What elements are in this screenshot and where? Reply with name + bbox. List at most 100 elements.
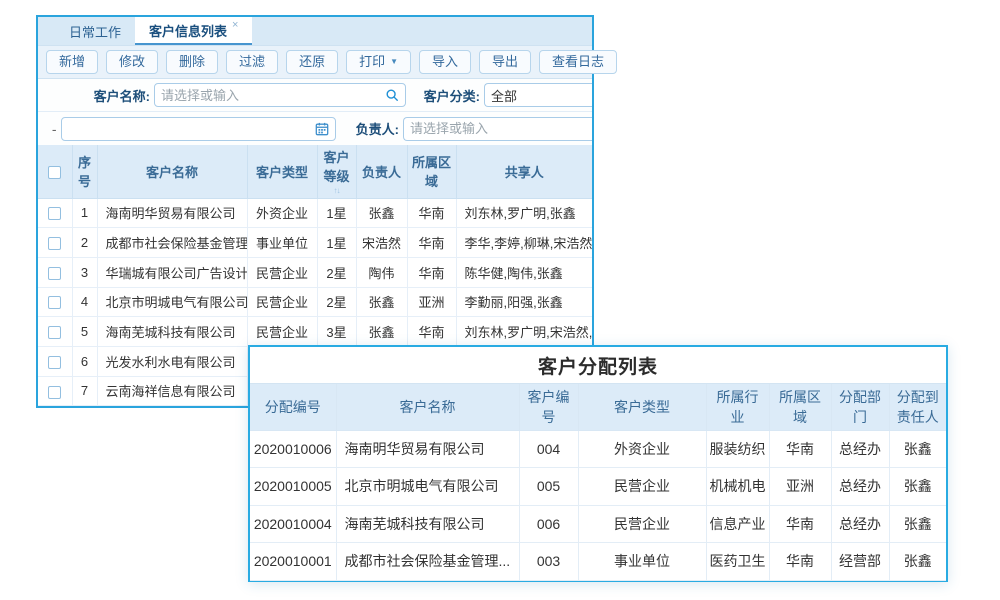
restore-button[interactable]: 还原 [286, 50, 338, 74]
table-row[interactable]: 2020010006 海南明华贸易有限公司 004 外资企业 服装纺织 华南 总… [250, 430, 946, 468]
row-select [38, 198, 72, 228]
cell-industry: 医药卫生 [706, 543, 769, 581]
cell-customer-name[interactable]: 云南海祥信息有限公司 [97, 376, 247, 406]
export-button-label: 导出 [492, 54, 518, 70]
col-owner: 负责人 [356, 145, 407, 198]
date-input[interactable] [68, 121, 316, 136]
col-customer-level[interactable]: 客户等级 ↑↓ [317, 145, 356, 198]
filter-button[interactable]: 过滤 [226, 50, 278, 74]
row-checkbox[interactable] [48, 386, 61, 399]
col-customer-type: 客户类型 [247, 145, 317, 198]
cell-customer-type: 事业单位 [247, 228, 317, 258]
cell-alloc-no[interactable]: 2020010004 [250, 505, 336, 543]
cell-customer-name[interactable]: 华瑞城有限公司广告设计部 [97, 257, 247, 287]
cell-customer-type: 民营企业 [247, 317, 317, 347]
cell-customer-level: 1星 [317, 198, 356, 228]
cell-customer-type: 民营企业 [247, 287, 317, 317]
table-row[interactable]: 5 海南芜城科技有限公司 民营企业 3星 张鑫 华南 刘东林,罗广明,宋浩然,张… [38, 317, 592, 347]
cell-region: 华南 [769, 505, 831, 543]
view-log-button[interactable]: 查看日志 [539, 50, 617, 74]
cell-dept: 经营部 [831, 543, 889, 581]
cell-customer-name[interactable]: 海南明华贸易有限公司 [336, 430, 519, 468]
col-no: 序号 [72, 145, 97, 198]
table-row[interactable]: 2020010001 成都市社会保险基金管理... 003 事业单位 医药卫生 … [250, 543, 946, 581]
search-icon[interactable] [385, 88, 399, 102]
delete-button[interactable]: 删除 [166, 50, 218, 74]
customer-name-label: 客户名称: [60, 86, 150, 105]
import-button[interactable]: 导入 [419, 50, 471, 74]
calendar-icon[interactable] [315, 122, 329, 136]
tab-daily-work[interactable]: 日常工作 [55, 17, 135, 45]
cell-customer-type: 外资企业 [247, 198, 317, 228]
customer-name-input[interactable] [161, 88, 385, 103]
cell-owner[interactable]: 张鑫 [356, 287, 407, 317]
cell-assignee[interactable]: 张鑫 [889, 430, 946, 468]
col-customer-no: 客户编号 [519, 384, 578, 430]
customer-category-select[interactable]: 全部 [484, 83, 592, 107]
edit-button[interactable]: 修改 [106, 50, 158, 74]
row-checkbox[interactable] [48, 267, 61, 280]
toolbar: 新增 修改 删除 过滤 还原 打印 ▼ 导入 导出 查看日志 [38, 46, 592, 79]
cell-region: 华南 [407, 317, 456, 347]
customer-allocation-table: 分配编号 客户名称 客户编号 客户类型 所属行业 所属区域 分配部门 分配到责任… [250, 384, 946, 581]
filter-row-1: 客户名称: 客户分类: 全部 [38, 79, 592, 112]
cell-customer-name[interactable]: 光发水利水电有限公司 [97, 346, 247, 376]
cell-alloc-no[interactable]: 2020010001 [250, 543, 336, 581]
owner-input[interactable] [410, 121, 586, 136]
add-button[interactable]: 新增 [46, 50, 98, 74]
cell-customer-name[interactable]: 成都市社会保险基金管理... [336, 543, 519, 581]
row-select [38, 228, 72, 258]
add-button-label: 新增 [59, 54, 85, 70]
table-row[interactable]: 4 北京市明城电气有限公司 民营企业 2星 张鑫 亚洲 李勤丽,阳强,张鑫 [38, 287, 592, 317]
col-shared: 共享人 [456, 145, 592, 198]
cell-dept: 总经办 [831, 430, 889, 468]
export-button[interactable]: 导出 [479, 50, 531, 74]
row-select [38, 346, 72, 376]
tab-customer-info-label: 客户信息列表 [149, 21, 227, 40]
restore-button-label: 还原 [299, 54, 325, 70]
col-region: 所属区域 [769, 384, 831, 430]
table-row[interactable]: 3 华瑞城有限公司广告设计部 民营企业 2星 陶伟 华南 陈华健,陶伟,张鑫 [38, 257, 592, 287]
cell-customer-name[interactable]: 北京市明城电气有限公司 [97, 287, 247, 317]
cell-no: 2 [72, 228, 97, 258]
table-row[interactable]: 2020010005 北京市明城电气有限公司 005 民营企业 机械机电 亚洲 … [250, 468, 946, 506]
cell-customer-name[interactable]: 海南芜城科技有限公司 [336, 505, 519, 543]
row-checkbox[interactable] [48, 237, 61, 250]
tab-close-icon[interactable]: × [232, 19, 238, 31]
cell-assignee[interactable]: 张鑫 [889, 468, 946, 506]
cell-alloc-no[interactable]: 2020010005 [250, 468, 336, 506]
col-dept: 分配部门 [831, 384, 889, 430]
cell-customer-name[interactable]: 海南明华贸易有限公司 [97, 198, 247, 228]
cell-owner[interactable]: 陶伟 [356, 257, 407, 287]
cell-owner[interactable]: 张鑫 [356, 317, 407, 347]
select-all-checkbox[interactable] [48, 166, 61, 179]
cell-owner[interactable]: 张鑫 [356, 198, 407, 228]
row-checkbox[interactable] [48, 326, 61, 339]
cell-dept: 总经办 [831, 468, 889, 506]
cell-owner[interactable]: 宋浩然 [356, 228, 407, 258]
cell-region: 华南 [407, 257, 456, 287]
sort-icon[interactable]: ↑↓ [318, 187, 356, 195]
table-row[interactable]: 1 海南明华贸易有限公司 外资企业 1星 张鑫 华南 刘东林,罗广明,张鑫 [38, 198, 592, 228]
cell-customer-type: 民营企业 [578, 505, 706, 543]
cell-customer-name[interactable]: 成都市社会保险基金管理... [97, 228, 247, 258]
table-row[interactable]: 2020010004 海南芜城科技有限公司 006 民营企业 信息产业 华南 总… [250, 505, 946, 543]
row-checkbox[interactable] [48, 207, 61, 220]
cell-alloc-no[interactable]: 2020010006 [250, 430, 336, 468]
view-log-button-label: 查看日志 [552, 54, 604, 70]
cell-customer-name[interactable]: 海南芜城科技有限公司 [97, 317, 247, 347]
cell-shared: 刘东林,罗广明,宋浩然,张鑫 [456, 317, 592, 347]
row-checkbox[interactable] [48, 296, 61, 309]
row-checkbox[interactable] [48, 356, 61, 369]
print-button[interactable]: 打印 ▼ [346, 50, 411, 74]
cell-assignee[interactable]: 张鑫 [889, 543, 946, 581]
col-customer-level-label: 客户等级 [323, 150, 349, 184]
allocation-list-title: 客户分配列表 [250, 347, 946, 384]
cell-customer-name[interactable]: 北京市明城电气有限公司 [336, 468, 519, 506]
cell-region: 华南 [769, 543, 831, 581]
cell-customer-type: 外资企业 [578, 430, 706, 468]
cell-customer-type: 民营企业 [247, 257, 317, 287]
table-row[interactable]: 2 成都市社会保险基金管理... 事业单位 1星 宋浩然 华南 李华,李婷,柳琳… [38, 228, 592, 258]
cell-assignee[interactable]: 张鑫 [889, 505, 946, 543]
tab-customer-info-list[interactable]: 客户信息列表 × [135, 17, 252, 45]
